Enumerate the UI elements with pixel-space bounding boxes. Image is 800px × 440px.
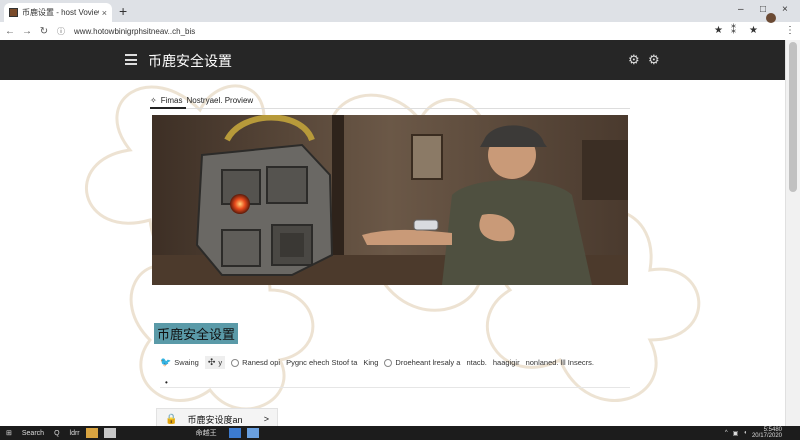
network-icon[interactable]: ▣	[733, 430, 739, 437]
more-icon[interactable]: ⋮	[785, 25, 795, 36]
filter-item[interactable]: ntacb.	[466, 358, 486, 367]
clock[interactable]: 5:5480 20/17/2020	[752, 427, 782, 439]
taskbar-item[interactable]: Search	[22, 430, 44, 437]
close-window-button[interactable]: ×	[782, 4, 788, 15]
os-taskbar: ⊞ Search Q ldrr 命越王 ^ ▣ ◖ 5:5480 20/17/2…	[0, 426, 800, 440]
chevron-right-icon: >	[263, 414, 269, 424]
radio-button[interactable]	[231, 358, 240, 367]
filter-label: y	[218, 358, 223, 367]
scrollbar-thumb[interactable]	[789, 42, 797, 192]
chrome-icon[interactable]	[228, 428, 241, 438]
filter-item[interactable]: haagigir	[493, 358, 520, 367]
settings-card[interactable]: 🔒 币鹿安设度an >	[156, 408, 278, 426]
section-divider	[160, 387, 630, 388]
section-title: 币鹿安全设置	[154, 323, 239, 344]
minimize-button[interactable]: –	[738, 4, 744, 15]
forward-icon[interactable]: →	[20, 26, 34, 37]
filter-label: nonlaned. lll Insecrs.	[525, 358, 594, 367]
filter-label: Ranesd opi	[242, 358, 281, 367]
tab-close-icon[interactable]: ×	[102, 8, 107, 18]
clock-date: 20/17/2020	[751, 433, 782, 439]
pinwheel-icon: ✣	[207, 357, 216, 367]
card-label: 币鹿安设度an	[187, 414, 243, 425]
breadcrumb-item[interactable]: Fimas	[161, 96, 183, 105]
app-icon[interactable]	[246, 428, 259, 438]
back-icon[interactable]: ←	[3, 26, 17, 37]
app-icon[interactable]	[103, 428, 116, 438]
filter-label: King	[363, 358, 379, 367]
filter-bar: 🐦 Swaing ✣ y Ranesd opi Pygnc ehech Stoo…	[160, 356, 594, 369]
filter-item[interactable]: ✣ y	[204, 356, 226, 369]
filter-item[interactable]: Pygnc ehech Stoof ta	[286, 358, 357, 367]
filter-item[interactable]: Droeheant lresaly a	[384, 358, 460, 367]
app-header: 币鹿安全设置 ⚙ ⚙	[0, 40, 785, 80]
bird-icon: 🐦	[160, 357, 172, 367]
reload-icon[interactable]: ↻	[37, 26, 51, 37]
profile-avatar[interactable]	[766, 13, 776, 23]
taskbar-item[interactable]: ldrr	[70, 430, 80, 437]
main-content: ✧ Fimas Nostryael. Proview 币鹿安全设置 🐦 Swai…	[0, 80, 785, 426]
taskbar-item[interactable]: Q	[54, 430, 59, 437]
favicon-icon	[9, 8, 18, 17]
filter-label: haagigir	[492, 358, 520, 367]
filter-item[interactable]: nonlaned. lll Insecrs.	[526, 358, 594, 367]
menu-icon[interactable]	[125, 54, 137, 68]
browser-tab-strip: 币鹿设置 - host Voview × + – □ ×	[0, 0, 800, 22]
taskbar-task-label[interactable]: 命越王	[196, 428, 217, 438]
tab-divider	[150, 108, 630, 109]
breadcrumb: ✧ Fimas Nostryael. Proview	[150, 96, 253, 105]
maximize-button[interactable]: □	[760, 4, 766, 15]
filter-item[interactable]: King	[363, 358, 378, 367]
filter-item[interactable]: 🐦 Swaing	[160, 357, 199, 368]
start-button[interactable]: ⊞	[6, 429, 12, 437]
lock-icon: 🔒	[165, 413, 178, 425]
bookmark-icon: ✧	[150, 96, 157, 105]
bullet-marker: •	[165, 378, 168, 387]
new-tab-button[interactable]: +	[119, 3, 127, 19]
system-tray: ^ ▣ ◖ 5:5480 20/17/2020	[725, 427, 782, 439]
breadcrumb-item[interactable]: Nostryael. Proview	[186, 96, 253, 105]
gear-icon[interactable]: ⚙	[628, 52, 640, 68]
file-explorer-icon[interactable]	[85, 428, 98, 438]
filter-label: Droeheant lresaly a	[395, 358, 461, 367]
hero-image	[152, 115, 628, 285]
active-tab-indicator	[150, 107, 186, 109]
chevron-up-icon[interactable]: ^	[725, 430, 728, 436]
filter-label: ntacb.	[466, 358, 487, 367]
settings-alt-icon[interactable]: ⚙	[648, 52, 660, 68]
filter-item[interactable]: Ranesd opi	[231, 358, 280, 367]
browser-toolbar: ← → ↻ ⓘ www.hotowbinigrphsitneav..ch_bis…	[0, 22, 800, 41]
filter-label: Pygnc ehech Stoof ta	[286, 358, 358, 367]
tab-title: 币鹿设置 - host Voview	[22, 8, 99, 17]
page-title: 币鹿安全设置	[148, 53, 232, 69]
lock-icon[interactable]: ⓘ	[54, 26, 68, 37]
bookmark-star-icon[interactable]: ★	[749, 25, 758, 36]
radio-button[interactable]	[384, 358, 393, 367]
browser-tab[interactable]: 币鹿设置 - host Voview ×	[4, 3, 112, 22]
filter-label: Swaing	[174, 358, 199, 367]
star-icon[interactable]: ★	[714, 25, 723, 36]
page-scrollbar[interactable]	[785, 40, 800, 426]
address-bar[interactable]: www.hotowbinigrphsitneav..ch_bis	[74, 27, 195, 36]
extensions-icon[interactable]: ⁑	[731, 25, 736, 36]
volume-icon[interactable]: ◖	[743, 430, 747, 436]
